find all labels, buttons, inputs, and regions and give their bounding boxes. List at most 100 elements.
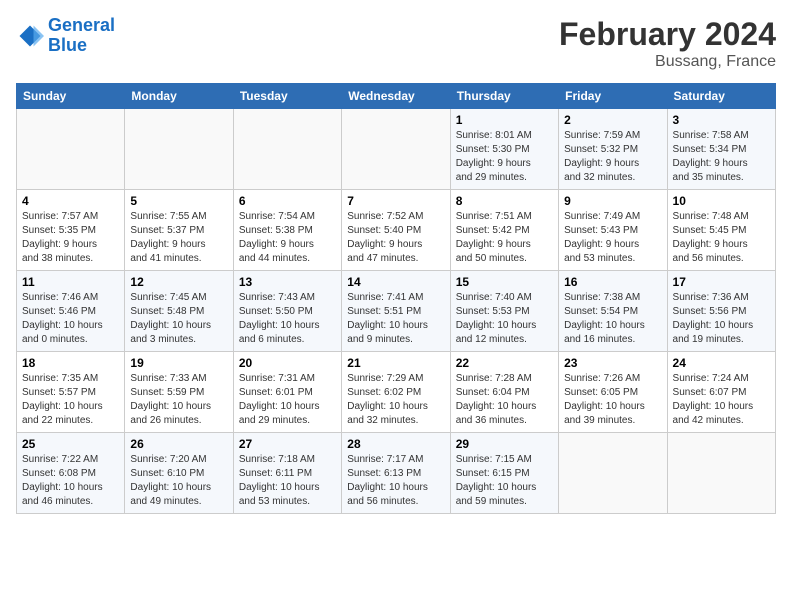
day-info: Sunrise: 7:58 AMSunset: 5:34 PMDaylight:… <box>673 129 770 185</box>
day-info: Sunrise: 7:55 AMSunset: 5:37 PMDaylight:… <box>130 210 227 266</box>
day-number: 28 <box>347 437 444 451</box>
logo-line1: General <box>48 15 115 35</box>
day-number: 2 <box>564 113 661 127</box>
day-info: Sunrise: 7:41 AMSunset: 5:51 PMDaylight:… <box>347 291 444 347</box>
calendar-cell <box>125 109 233 190</box>
day-number: 22 <box>456 356 553 370</box>
calendar-cell <box>342 109 450 190</box>
calendar-cell: 15Sunrise: 7:40 AMSunset: 5:53 PMDayligh… <box>450 271 558 352</box>
calendar-cell: 16 Sunrise: 7:38 AMSunset: 5:54 PMDayligh… <box>559 271 667 352</box>
day-number: 20 <box>239 356 336 370</box>
day-info: Sunrise: 7:38 AMSunset: 5:54 PMDaylight:… <box>564 291 661 347</box>
day-info: Sunrise: 7:52 AMSunset: 5:40 PMDaylight:… <box>347 210 444 266</box>
column-header-wednesday: Wednesday <box>342 84 450 109</box>
calendar-cell: 5 Sunrise: 7:55 AMSunset: 5:37 PMDaylight… <box>125 190 233 271</box>
calendar-cell: 14 Sunrise: 7:41 AMSunset: 5:51 PMDayligh… <box>342 271 450 352</box>
calendar-cell: 28Sunrise: 7:17 AMSunset: 6:13 PMDayligh… <box>342 433 450 514</box>
day-number: 1 <box>456 113 553 127</box>
day-number: 9 <box>564 194 661 208</box>
day-info: Sunrise: 7:45 AMSunset: 5:48 PMDaylight:… <box>130 291 227 347</box>
day-info: Sunrise: 7:40 AMSunset: 5:53 PMDaylight:… <box>456 291 553 347</box>
calendar-cell: 1 Sunrise: 8:01 AMSunset: 5:30 PMDaylight… <box>450 109 558 190</box>
page-header: General Blue February 2024 Bussang, Fran… <box>16 16 776 71</box>
day-info: Sunrise: 7:51 AMSunset: 5:42 PMDaylight:… <box>456 210 553 266</box>
day-number: 16 <box>564 275 661 289</box>
calendar-cell: 13 Sunrise: 7:43 AMSunset: 5:50 PMDayligh… <box>233 271 341 352</box>
column-header-tuesday: Tuesday <box>233 84 341 109</box>
day-info: Sunrise: 7:33 AMSunset: 5:59 PMDaylight:… <box>130 372 227 428</box>
logo-line2: Blue <box>48 35 87 55</box>
day-number: 14 <box>347 275 444 289</box>
calendar-cell <box>17 109 125 190</box>
day-info: Sunrise: 7:31 AMSunset: 6:01 PMDaylight:… <box>239 372 336 428</box>
day-info: Sunrise: 7:49 AMSunset: 5:43 PMDaylight:… <box>564 210 661 266</box>
column-header-friday: Friday <box>559 84 667 109</box>
week-row-5: 25 Sunrise: 7:22 AMSunset: 6:08 PMDayligh… <box>17 433 776 514</box>
day-number: 11 <box>22 275 119 289</box>
calendar-cell: 23 Sunrise: 7:26 AMSunset: 6:05 PMDayligh… <box>559 352 667 433</box>
column-header-sunday: Sunday <box>17 84 125 109</box>
calendar-cell: 19 Sunrise: 7:33 AMSunset: 5:59 PMDayligh… <box>125 352 233 433</box>
calendar-cell: 21 Sunrise: 7:29 AMSunset: 6:02 PMDayligh… <box>342 352 450 433</box>
day-info: Sunrise: 7:28 AMSunset: 6:04 PMDaylight:… <box>456 372 553 428</box>
column-header-monday: Monday <box>125 84 233 109</box>
calendar-cell: 9 Sunrise: 7:49 AMSunset: 5:43 PMDaylight… <box>559 190 667 271</box>
week-row-2: 4Sunrise: 7:57 AMSunset: 5:35 PMDaylight… <box>17 190 776 271</box>
day-number: 18 <box>22 356 119 370</box>
day-number: 12 <box>130 275 227 289</box>
logo-text: General Blue <box>48 16 115 56</box>
day-number: 13 <box>239 275 336 289</box>
day-number: 21 <box>347 356 444 370</box>
calendar-cell: 4Sunrise: 7:57 AMSunset: 5:35 PMDaylight… <box>17 190 125 271</box>
calendar-cell: 18 Sunrise: 7:35 AMSunset: 5:57 PMDayligh… <box>17 352 125 433</box>
calendar-cell: 11 Sunrise: 7:46 AMSunset: 5:46 PMDayligh… <box>17 271 125 352</box>
day-info: Sunrise: 8:01 AMSunset: 5:30 PMDaylight:… <box>456 129 553 185</box>
day-info: Sunrise: 7:26 AMSunset: 6:05 PMDaylight:… <box>564 372 661 428</box>
calendar-title: February 2024 <box>559 16 776 53</box>
column-header-saturday: Saturday <box>667 84 775 109</box>
calendar-cell: 2Sunrise: 7:59 AMSunset: 5:32 PMDaylight… <box>559 109 667 190</box>
day-number: 26 <box>130 437 227 451</box>
calendar-cell: 29Sunrise: 7:15 AMSunset: 6:15 PMDayligh… <box>450 433 558 514</box>
day-number: 25 <box>22 437 119 451</box>
calendar-cell: 10 Sunrise: 7:48 AMSunset: 5:45 PMDayligh… <box>667 190 775 271</box>
calendar-cell: 6Sunrise: 7:54 AMSunset: 5:38 PMDaylight… <box>233 190 341 271</box>
logo: General Blue <box>16 16 115 56</box>
day-number: 3 <box>673 113 770 127</box>
calendar-cell <box>233 109 341 190</box>
calendar-subtitle: Bussang, France <box>559 53 776 71</box>
calendar-cell: 8 Sunrise: 7:51 AMSunset: 5:42 PMDaylight… <box>450 190 558 271</box>
calendar-cell: 12 Sunrise: 7:45 AMSunset: 5:48 PMDayligh… <box>125 271 233 352</box>
calendar-header-row: SundayMondayTuesdayWednesdayThursdayFrid… <box>17 84 776 109</box>
calendar-cell: 17Sunrise: 7:36 AMSunset: 5:56 PMDayligh… <box>667 271 775 352</box>
day-info: Sunrise: 7:22 AMSunset: 6:08 PMDaylight:… <box>22 453 119 509</box>
day-info: Sunrise: 7:48 AMSunset: 5:45 PMDaylight:… <box>673 210 770 266</box>
logo-icon <box>16 22 44 50</box>
calendar-cell: 22 Sunrise: 7:28 AMSunset: 6:04 PMDayligh… <box>450 352 558 433</box>
day-number: 23 <box>564 356 661 370</box>
day-info: Sunrise: 7:57 AMSunset: 5:35 PMDaylight:… <box>22 210 119 266</box>
day-info: Sunrise: 7:24 AMSunset: 6:07 PMDaylight:… <box>673 372 770 428</box>
day-info: Sunrise: 7:43 AMSunset: 5:50 PMDaylight:… <box>239 291 336 347</box>
week-row-3: 11 Sunrise: 7:46 AMSunset: 5:46 PMDayligh… <box>17 271 776 352</box>
week-row-4: 18 Sunrise: 7:35 AMSunset: 5:57 PMDayligh… <box>17 352 776 433</box>
column-header-thursday: Thursday <box>450 84 558 109</box>
day-info: Sunrise: 7:36 AMSunset: 5:56 PMDaylight:… <box>673 291 770 347</box>
calendar-cell: 25 Sunrise: 7:22 AMSunset: 6:08 PMDayligh… <box>17 433 125 514</box>
week-row-1: 1 Sunrise: 8:01 AMSunset: 5:30 PMDaylight… <box>17 109 776 190</box>
day-info: Sunrise: 7:46 AMSunset: 5:46 PMDaylight:… <box>22 291 119 347</box>
calendar-cell: 24 Sunrise: 7:24 AMSunset: 6:07 PMDayligh… <box>667 352 775 433</box>
day-number: 24 <box>673 356 770 370</box>
calendar-table: SundayMondayTuesdayWednesdayThursdayFrid… <box>16 83 776 514</box>
day-info: Sunrise: 7:35 AMSunset: 5:57 PMDaylight:… <box>22 372 119 428</box>
day-number: 5 <box>130 194 227 208</box>
day-number: 7 <box>347 194 444 208</box>
calendar-cell <box>559 433 667 514</box>
day-number: 19 <box>130 356 227 370</box>
calendar-cell: 20 Sunrise: 7:31 AMSunset: 6:01 PMDayligh… <box>233 352 341 433</box>
calendar-cell: 26Sunrise: 7:20 AMSunset: 6:10 PMDayligh… <box>125 433 233 514</box>
calendar-cell <box>667 433 775 514</box>
day-number: 8 <box>456 194 553 208</box>
day-info: Sunrise: 7:29 AMSunset: 6:02 PMDaylight:… <box>347 372 444 428</box>
day-number: 10 <box>673 194 770 208</box>
